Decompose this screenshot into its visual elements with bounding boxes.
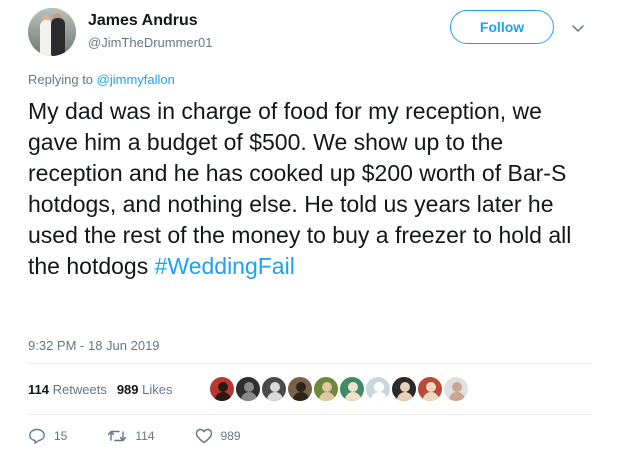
reply-count: 15 (54, 429, 68, 443)
chevron-down-icon[interactable] (570, 20, 586, 36)
tweet-header: James Andrus @JimTheDrummer01 Follow (28, 6, 598, 56)
user-handle[interactable]: @JimTheDrummer01 (88, 35, 212, 50)
liker-avatar[interactable] (260, 375, 288, 403)
follow-button[interactable]: Follow (450, 10, 554, 44)
liker-avatar[interactable] (286, 375, 314, 403)
liker-avatar[interactable] (390, 375, 418, 403)
liker-avatar[interactable] (364, 375, 392, 403)
likes-count: 989 (116, 382, 139, 397)
retweet-icon (108, 430, 127, 442)
liker-avatar[interactable] (312, 375, 340, 403)
liker-avatar[interactable] (416, 375, 444, 403)
likes-stat[interactable]: 989 Likes (117, 382, 173, 397)
heart-icon (195, 428, 212, 444)
divider (28, 414, 592, 415)
tweet-stats: 114 Retweets 989 Likes (28, 382, 173, 397)
retweets-count: 114 (28, 382, 49, 397)
tweet-timestamp[interactable]: 9:32 PM - 18 Jun 2019 (28, 338, 160, 353)
liker-avatar[interactable] (338, 375, 366, 403)
replying-to-mention[interactable]: @jimmyfallon (97, 72, 175, 87)
divider (28, 363, 592, 364)
liker-avatar[interactable] (442, 375, 470, 403)
tweet-actions: 15 114 989 (28, 426, 281, 446)
like-count: 989 (220, 429, 241, 443)
tweet-body: My dad was in charge of food for my rece… (28, 98, 572, 279)
user-name[interactable]: James Andrus (88, 12, 198, 30)
replying-to: Replying to @jimmyfallon (28, 72, 175, 87)
liker-avatars (208, 375, 470, 405)
retweet-count: 114 (135, 429, 155, 443)
reply-icon (29, 428, 45, 444)
retweet-button[interactable]: 114 (107, 428, 155, 444)
user-avatar[interactable] (28, 8, 76, 56)
likes-label: Likes (142, 382, 173, 397)
hashtag-link[interactable]: #WeddingFail (155, 253, 295, 279)
tweet-text: My dad was in charge of food for my rece… (28, 96, 588, 282)
reply-button[interactable]: 15 (28, 428, 67, 444)
like-button[interactable]: 989 (195, 428, 241, 444)
retweets-label: Retweets (52, 382, 107, 397)
retweets-stat[interactable]: 114 Retweets (28, 382, 107, 397)
replying-to-prefix: Replying to (28, 72, 97, 87)
liker-avatar[interactable] (208, 375, 236, 403)
liker-avatar[interactable] (234, 375, 262, 403)
